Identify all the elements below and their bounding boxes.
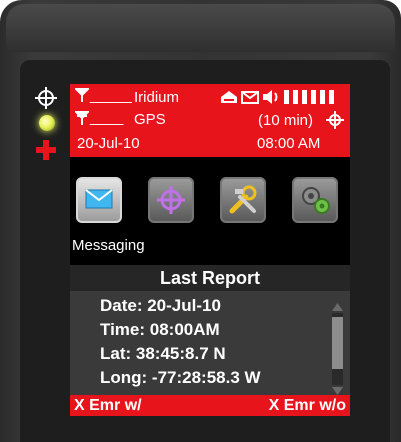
app-launcher: Messaging xyxy=(70,157,350,265)
status-date: 20-Jul-10 xyxy=(77,135,140,152)
device-top-cap xyxy=(6,4,395,52)
tools-icon xyxy=(228,185,258,220)
report-latitude: Lat: 38:45:8.7 N xyxy=(100,344,226,363)
status-bar: _____ Iridium ____ GPS (10 min) 20-Jul-1… xyxy=(70,84,350,157)
report-scrollbar[interactable] xyxy=(332,313,343,385)
emergency-cross-icon xyxy=(34,138,60,162)
device-screen: _____ Iridium ____ GPS (10 min) 20-Jul-1… xyxy=(70,84,350,416)
selected-app-label: Messaging xyxy=(72,237,145,254)
cancel-emergency-with-button[interactable]: X Emr w/ xyxy=(74,395,142,416)
iridium-label: Iridium xyxy=(134,89,180,106)
status-led-icon xyxy=(34,112,60,136)
gps-antenna-icon xyxy=(73,110,91,131)
report-interval: (10 min) xyxy=(258,112,314,129)
inbox-icon xyxy=(220,90,238,109)
iridium-signal: _____ xyxy=(90,87,132,104)
speaker-icon xyxy=(262,89,280,110)
cancel-emergency-without-button[interactable]: X Emr w/o xyxy=(269,395,346,416)
gps-app-button[interactable] xyxy=(148,177,194,223)
last-report-panel: Last Report Date: 20-Jul-10 Time: 08:00A… xyxy=(70,265,350,395)
gears-icon xyxy=(299,184,331,221)
side-indicators xyxy=(34,86,60,164)
gps-label: GPS xyxy=(134,111,166,128)
tools-app-button[interactable] xyxy=(220,177,266,223)
scrollbar-thumb[interactable] xyxy=(332,317,343,369)
gps-signal: ____ xyxy=(90,109,124,126)
report-title: Last Report xyxy=(70,265,350,291)
settings-app-button[interactable] xyxy=(292,177,338,223)
report-date: Date: 20-Jul-10 xyxy=(100,296,221,315)
gps-target-icon xyxy=(326,111,344,134)
status-time: 08:00 AM xyxy=(257,135,321,152)
device-body: _____ Iridium ____ GPS (10 min) 20-Jul-1… xyxy=(0,0,401,442)
envelope-icon xyxy=(241,91,259,109)
messaging-app-button[interactable] xyxy=(76,177,122,223)
battery-icon xyxy=(284,88,344,111)
gps-crosshair-icon xyxy=(34,86,60,110)
soft-key-bar: X Emr w/ X Emr w/o xyxy=(70,395,350,416)
report-time: Time: 08:00AM xyxy=(100,320,220,339)
report-longitude: Long: -77:28:58.3 W xyxy=(100,368,261,387)
envelope-icon xyxy=(85,189,113,214)
crosshair-icon xyxy=(156,185,186,220)
iridium-antenna-icon xyxy=(73,87,91,108)
